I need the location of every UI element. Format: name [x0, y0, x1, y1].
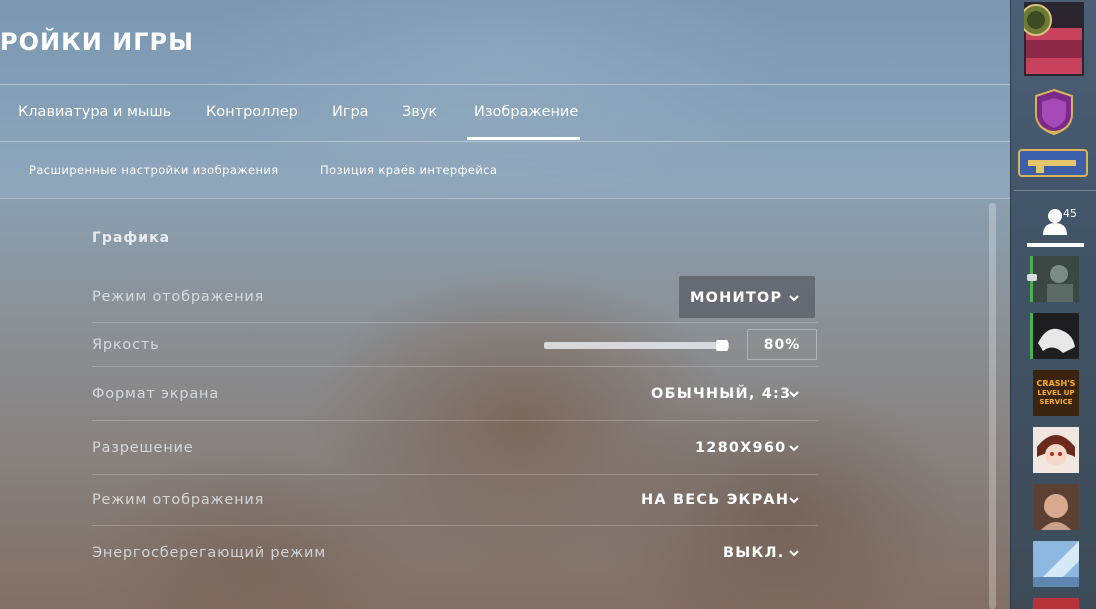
brightness-slider-handle[interactable] [716, 340, 728, 351]
svg-text:CRASH'S: CRASH'S [1037, 379, 1076, 388]
friend-avatar-6[interactable] [1033, 541, 1079, 587]
subtab-advanced-video[interactable]: Расширенные настройки изображения [29, 163, 279, 177]
brightness-label: Яркость [92, 337, 160, 353]
resolution-value[interactable]: 1280X960 [695, 440, 786, 456]
row-divider [92, 420, 818, 421]
row-divider [92, 366, 818, 367]
rank-badge-icon [1035, 88, 1073, 136]
row-divider [92, 525, 818, 526]
aspect-ratio-value[interactable]: ОБЫЧНЫЙ, 4:3 [651, 386, 791, 402]
settings-scrollbar[interactable] [989, 203, 996, 609]
page-title: РОЙКИ ИГРЫ [0, 28, 194, 56]
tab-video[interactable]: Изображение [474, 104, 578, 120]
resolution-label: Разрешение [92, 440, 194, 456]
window-mode-value[interactable]: НА ВЕСЬ ЭКРАН [641, 492, 789, 508]
svg-text:LEVEL UP: LEVEL UP [1037, 389, 1074, 397]
chevron-down-icon[interactable] [789, 548, 799, 558]
aspect-ratio-label: Формат экрана [92, 386, 220, 402]
friend-avatar-4[interactable] [1033, 427, 1079, 473]
svg-text:SERVICE: SERVICE [1039, 398, 1072, 406]
chevron-down-icon[interactable] [789, 389, 799, 399]
chevron-down-icon[interactable] [789, 495, 799, 505]
tab-controller[interactable]: Контроллер [206, 104, 298, 120]
friends-count: 45 [1063, 207, 1077, 220]
tab-sound[interactable]: Звук [402, 104, 437, 120]
row-divider [92, 474, 818, 475]
brightness-slider-track[interactable] [544, 342, 729, 349]
chevron-down-icon [789, 295, 799, 302]
display-mode-value: МОНИТОР [690, 290, 783, 306]
player-avatar[interactable] [1024, 2, 1084, 76]
weapon-rank-icon [1018, 149, 1088, 177]
display-mode-label: Режим отображения [92, 289, 265, 305]
tabs-divider [0, 141, 1010, 142]
power-saving-value[interactable]: ВЫКЛ. [723, 545, 784, 561]
brightness-value[interactable]: 80% [747, 329, 817, 360]
friend-avatar-7[interactable] [1033, 598, 1079, 609]
controller-icon [1027, 274, 1037, 281]
tab-keyboard-mouse[interactable]: Клавиатура и мышь [18, 104, 171, 120]
active-tab-indicator [467, 137, 580, 140]
window-mode-label: Режим отображения [92, 492, 265, 508]
chevron-down-icon[interactable] [789, 443, 799, 453]
friend-avatar-3[interactable]: CRASH'S LEVEL UP SERVICE [1033, 370, 1079, 416]
tab-game[interactable]: Игра [332, 104, 369, 120]
header-divider [0, 84, 1010, 85]
friend-avatar-2[interactable] [1033, 313, 1079, 359]
row-divider [92, 322, 818, 323]
friends-tab-indicator [1027, 243, 1084, 247]
sidebar-divider [1014, 190, 1096, 191]
friend-avatar-1[interactable] [1033, 256, 1079, 302]
power-saving-label: Энергосберегающий режим [92, 545, 326, 561]
friend-avatar-5[interactable] [1033, 484, 1079, 530]
section-title: Графика [92, 230, 171, 246]
subtab-hud-edge-position[interactable]: Позиция краёв интерфейса [320, 163, 497, 177]
